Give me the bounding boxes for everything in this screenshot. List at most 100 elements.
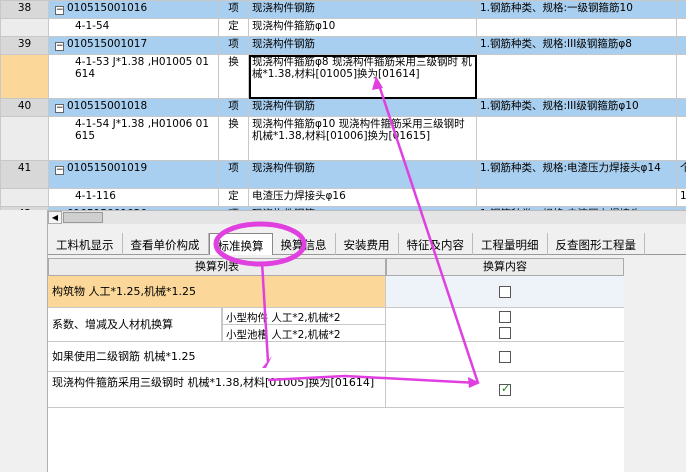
quota-row[interactable]: 4-1-116 定 电渣压力焊接头φ16 10 xyxy=(0,188,686,207)
unit-cell[interactable] xyxy=(676,54,686,99)
name-cell[interactable]: 现浇构件钢筋 xyxy=(248,160,477,189)
conversion-label: 系数、增减及人材机换算 xyxy=(48,308,222,341)
feature-cell[interactable] xyxy=(476,188,677,207)
conversion-row[interactable]: 系数、增减及人材机换算 小型构件 人工*2,机械*2 小型池槽 人工*2,机械*… xyxy=(48,308,624,342)
unit-cell[interactable] xyxy=(676,116,686,161)
conversion-row[interactable]: 构筑物 人工*1.25,机械*1.25 xyxy=(48,276,624,308)
collapse-icon[interactable]: − xyxy=(55,42,64,51)
row-number[interactable]: 40 xyxy=(0,98,49,117)
unit-cell[interactable] xyxy=(676,18,686,37)
code-cell-text: 4-1-53 J*1.38 ,H01005 01614 xyxy=(75,56,210,80)
conversion-checkbox[interactable] xyxy=(499,286,511,298)
bill-row[interactable]: 41 −010515001019 项 现浇构件钢筋 1.钢筋种类、规格:电渣压力焊接头φ… xyxy=(0,160,686,189)
name-cell[interactable]: 现浇构件箍筋φ8 现浇构件箍筋采用三级钢时 机械*1.38,材料[01005]换… xyxy=(248,54,477,99)
tab-7[interactable]: 反查图形工程量 xyxy=(548,233,645,255)
bill-row[interactable]: 38 −010515001016 项 现浇构件钢筋 1.钢筋种类、规格:一级钢箍筋10 xyxy=(0,0,686,19)
bill-row[interactable]: 39 −010515001017 项 现浇构件钢筋 1.钢筋种类、规格:III级钢箍筋φ… xyxy=(0,36,686,55)
type-cell[interactable]: 项 xyxy=(218,36,249,55)
code-cell-text: 4-1-116 xyxy=(75,190,116,202)
name-cell[interactable]: 现浇构件钢筋 xyxy=(248,0,477,19)
code-cell[interactable]: −010515001019 xyxy=(48,160,219,189)
code-cell[interactable]: 4-1-116 xyxy=(48,188,219,207)
conversion-checkbox[interactable] xyxy=(499,311,511,323)
feature-cell-text: 1.钢筋种类、规格:一级钢箍筋10 xyxy=(480,2,633,14)
row-number[interactable]: 41 xyxy=(0,160,49,189)
conversion-checkbox[interactable] xyxy=(499,382,511,396)
type-cell-text: 定 xyxy=(228,190,239,202)
feature-cell[interactable]: 1.钢筋种类、规格:一级钢箍筋10 xyxy=(476,0,677,19)
row-number[interactable]: 39 xyxy=(0,36,49,55)
bill-row[interactable]: 40 −010515001018 项 现浇构件钢筋 1.钢筋种类、规格:III级钢箍筋φ… xyxy=(0,98,686,117)
type-cell-text: 定 xyxy=(228,20,239,32)
conversion-checkbox[interactable] xyxy=(499,327,511,339)
type-cell[interactable]: 换 xyxy=(218,116,249,161)
type-cell-text: 项 xyxy=(228,100,239,112)
name-cell[interactable]: 现浇构件钢筋 xyxy=(248,98,477,117)
quota-row[interactable]: 4-1-54 定 现浇构件箍筋φ10 xyxy=(0,18,686,37)
quota-row[interactable]: 4-1-53 J*1.38 ,H01005 01614 换 现浇构件箍筋φ8 现浇构… xyxy=(0,54,686,99)
name-cell[interactable]: 电渣压力焊接头φ16 xyxy=(248,188,477,207)
name-cell-text: 现浇构件钢筋 xyxy=(252,38,315,50)
row-number[interactable] xyxy=(0,116,49,161)
type-cell[interactable]: 定 xyxy=(218,188,249,207)
feature-cell[interactable]: 1.钢筋种类、规格:电渣压力焊接头φ14 xyxy=(476,160,677,189)
row-number[interactable] xyxy=(0,188,49,207)
unit-cell-text: 10 xyxy=(680,190,686,202)
name-cell-text: 电渣压力焊接头φ16 xyxy=(252,190,346,202)
row-number[interactable] xyxy=(0,54,49,99)
type-cell[interactable]: 项 xyxy=(218,160,249,189)
unit-cell[interactable] xyxy=(676,0,686,19)
type-cell[interactable]: 项 xyxy=(218,98,249,117)
type-cell[interactable]: 换 xyxy=(218,54,249,99)
conversion-row[interactable]: 如果使用二级钢筋 机械*1.25 xyxy=(48,342,624,372)
code-cell[interactable]: 4-1-54 xyxy=(48,18,219,37)
right-padding xyxy=(624,258,686,472)
conversion-checkbox[interactable] xyxy=(499,351,511,363)
unit-cell[interactable] xyxy=(676,36,686,55)
feature-cell[interactable] xyxy=(476,54,677,99)
tab-5[interactable]: 特征及内容 xyxy=(399,233,473,255)
code-cell[interactable]: 4-1-54 J*1.38 ,H01006 01615 xyxy=(48,116,219,161)
conversion-label: 构筑物 人工*1.25,机械*1.25 xyxy=(48,276,386,307)
type-cell[interactable]: 项 xyxy=(218,0,249,19)
code-cell[interactable]: −010515001018 xyxy=(48,98,219,117)
quota-row[interactable]: 4-1-54 J*1.38 ,H01006 01615 换 现浇构件箍筋φ10 现浇… xyxy=(0,116,686,161)
feature-cell[interactable] xyxy=(476,18,677,37)
name-cell-text: 现浇构件钢筋 xyxy=(252,2,315,14)
conversion-row[interactable]: 现浇构件箍筋采用三级钢时 机械*1.38,材料[01005]换为[01614] xyxy=(48,372,624,408)
row-number[interactable] xyxy=(0,18,49,37)
name-cell[interactable]: 现浇构件箍筋φ10 xyxy=(248,18,477,37)
code-cell[interactable]: −010515001016 xyxy=(48,0,219,19)
unit-cell[interactable] xyxy=(676,98,686,117)
code-cell[interactable]: 4-1-53 J*1.38 ,H01005 01614 xyxy=(48,54,219,99)
tab-0[interactable]: 工料机显示 xyxy=(48,233,123,255)
collapse-icon[interactable]: − xyxy=(55,104,64,113)
horizontal-scrollbar[interactable]: ◀ xyxy=(48,210,686,224)
feature-cell[interactable]: 1.钢筋种类、规格:III级钢箍筋φ10 xyxy=(476,98,677,117)
tab-6[interactable]: 工程量明细 xyxy=(473,233,548,255)
code-cell-text: 010515001019 xyxy=(67,162,148,174)
collapse-icon[interactable]: − xyxy=(55,166,64,175)
collapse-icon[interactable]: − xyxy=(55,6,64,15)
scroll-left-icon[interactable]: ◀ xyxy=(48,211,62,224)
code-cell[interactable]: −010515001017 xyxy=(48,36,219,55)
unit-cell[interactable]: 10 xyxy=(676,188,686,207)
tab-4[interactable]: 安装费用 xyxy=(336,233,399,255)
feature-cell[interactable]: 1.钢筋种类、规格:III级钢箍筋φ8 xyxy=(476,36,677,55)
code-cell-text: 4-1-54 J*1.38 ,H01006 01615 xyxy=(75,118,210,142)
conversion-sub-label: 小型池槽 人工*2,机械*2 xyxy=(222,325,386,342)
scroll-thumb[interactable] xyxy=(63,212,103,223)
name-cell[interactable]: 现浇构件钢筋 xyxy=(248,36,477,55)
code-cell-text: 010515001018 xyxy=(67,100,148,112)
type-cell-text: 项 xyxy=(228,162,239,174)
type-cell-text: 项 xyxy=(228,38,239,50)
tab-2[interactable]: 标准换算 xyxy=(208,233,273,255)
feature-cell[interactable] xyxy=(476,116,677,161)
type-cell[interactable]: 定 xyxy=(218,18,249,37)
conversion-label: 现浇构件箍筋采用三级钢时 机械*1.38,材料[01005]换为[01614] xyxy=(48,372,386,407)
name-cell[interactable]: 现浇构件箍筋φ10 现浇构件箍筋采用三级钢时 机械*1.38,材料[01006]… xyxy=(248,116,477,161)
tab-1[interactable]: 查看单价构成 xyxy=(123,233,209,255)
row-number[interactable]: 38 xyxy=(0,0,49,19)
unit-cell[interactable]: 个 xyxy=(676,160,686,189)
tab-3[interactable]: 换算信息 xyxy=(273,233,336,255)
